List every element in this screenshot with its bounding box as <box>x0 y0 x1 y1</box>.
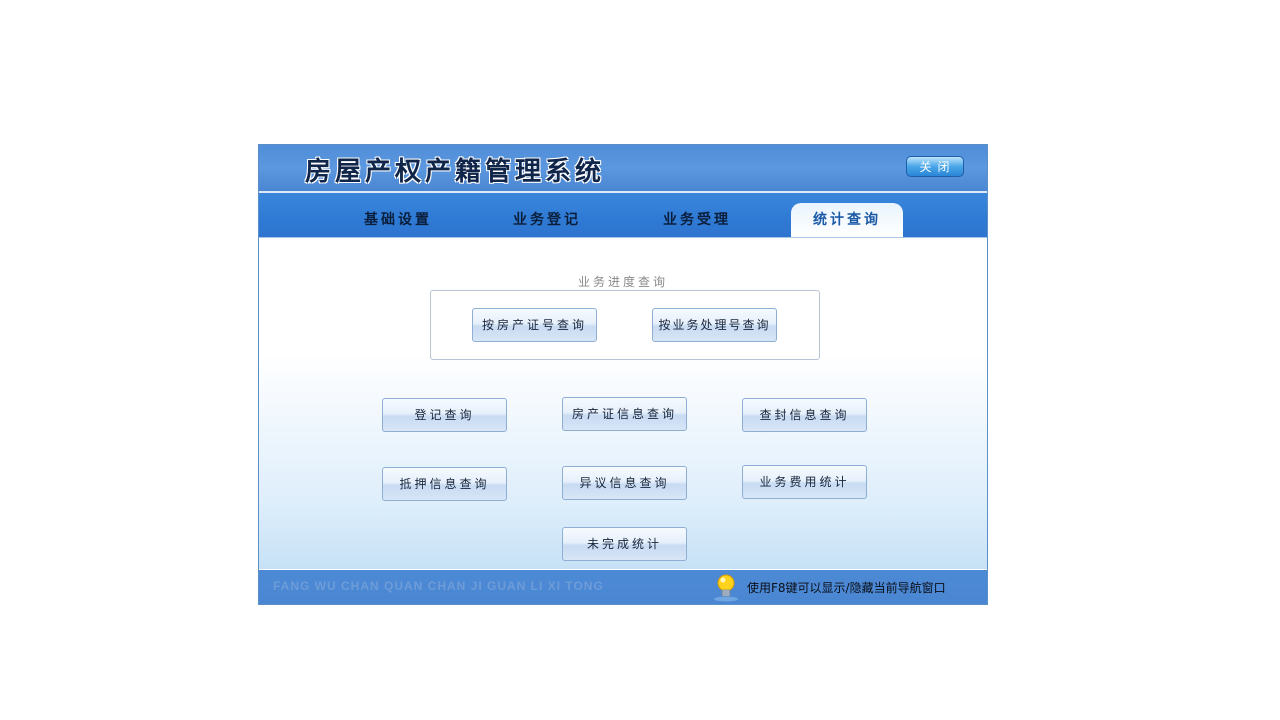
close-button[interactable]: 关闭 <box>906 156 964 177</box>
query-by-business-number-button[interactable]: 按业务处理号查询 <box>652 308 777 342</box>
seizure-info-query-button[interactable]: 查封信息查询 <box>742 398 867 432</box>
tab-basic-settings[interactable]: 基础设置 <box>342 203 454 237</box>
incomplete-statistics-button[interactable]: 未完成统计 <box>562 527 687 561</box>
objection-info-query-button[interactable]: 异议信息查询 <box>562 466 687 500</box>
query-by-certificate-button[interactable]: 按房产证号查询 <box>472 308 597 342</box>
app-title: 房屋产权产籍管理系统 <box>305 157 606 187</box>
business-fee-statistics-button[interactable]: 业务费用统计 <box>742 465 867 499</box>
lightbulb-icon <box>714 574 738 602</box>
tab-bar: 基础设置 业务登记 业务受理 统计查询 <box>259 193 987 238</box>
main-window: 房屋产权产籍管理系统 关闭 基础设置 业务登记 业务受理 统计查询 业务进度查询… <box>258 144 988 605</box>
title-bar: 房屋产权产籍管理系统 关闭 <box>259 145 987 193</box>
pinyin-caption: FANG WU CHAN QUAN CHAN JI GUAN LI XI TON… <box>273 579 604 593</box>
content-panel: 业务进度查询 按房产证号查询 按业务处理号查询 登记查询 房产证信息查询 查封信… <box>259 238 987 569</box>
tab-business-registration[interactable]: 业务登记 <box>491 203 603 237</box>
progress-group-label: 业务进度查询 <box>577 275 668 289</box>
registration-query-button[interactable]: 登记查询 <box>382 398 507 432</box>
tab-statistics-query[interactable]: 统计查询 <box>791 203 903 237</box>
mortgage-info-query-button[interactable]: 抵押信息查询 <box>382 467 507 501</box>
f8-hint-text: 使用F8键可以显示/隐藏当前导航窗口 <box>747 581 946 595</box>
certificate-info-query-button[interactable]: 房产证信息查询 <box>562 397 687 431</box>
tab-business-acceptance[interactable]: 业务受理 <box>641 203 753 237</box>
status-bar: FANG WU CHAN QUAN CHAN JI GUAN LI XI TON… <box>259 570 987 604</box>
